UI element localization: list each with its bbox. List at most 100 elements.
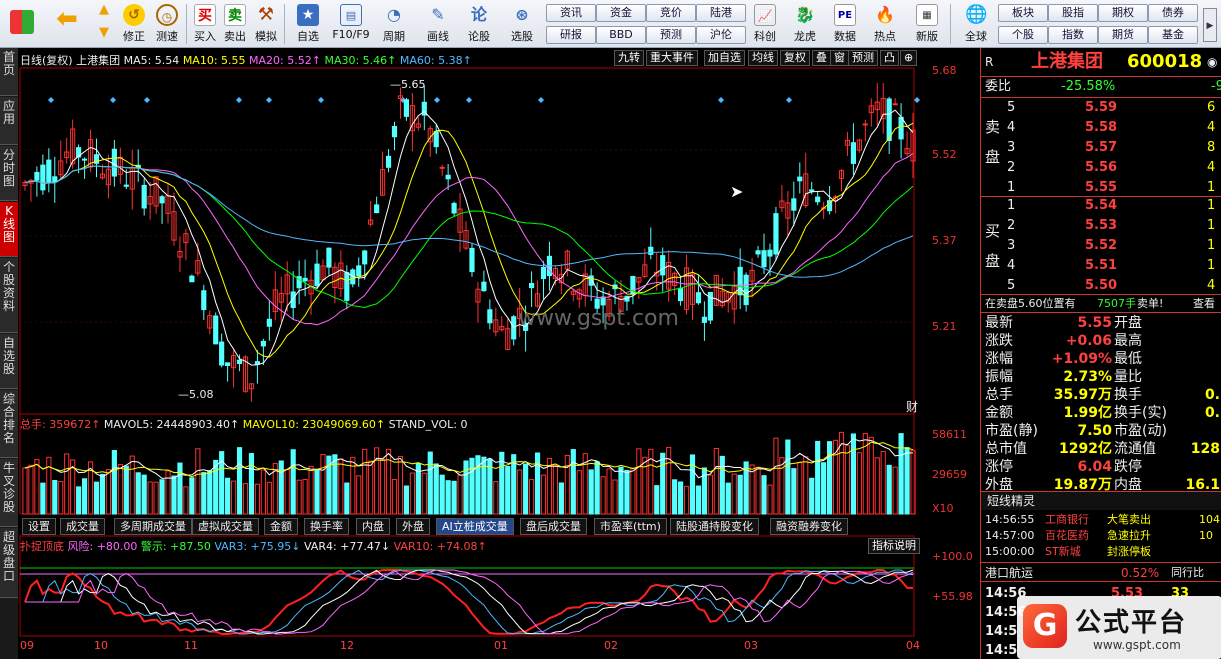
sector-button[interactable]: 板块 [998,4,1048,22]
adjust-button[interactable]: 复权 [780,50,810,66]
financial-marker[interactable]: 财 [906,398,918,415]
overlay-button[interactable]: 叠 [812,50,831,66]
data-button[interactable]: PE 数据 [828,2,862,46]
notice-view-button[interactable]: 查看 [1193,295,1215,313]
watchlist-button[interactable]: ★ 自选 [288,2,328,46]
dragon-tiger-button[interactable]: 🐉 龙虎 [788,2,822,46]
jingling-row[interactable]: 14:56:55 工商银行 大笔卖出 104 [981,512,1221,528]
bonds-button[interactable]: 债券 [1148,4,1198,22]
stock-select-button[interactable]: ⊛ 选股 [500,2,544,46]
tab-kline[interactable]: K线图 [0,202,18,257]
sell-label: 卖出 [224,30,246,43]
hk-connect-button[interactable]: 陆港 [696,4,746,22]
chart-canvas[interactable] [18,48,980,659]
industry-compare-button[interactable]: 同行比 [1171,563,1204,583]
volume-bar [636,448,642,515]
indicator-tab[interactable]: 虚拟成交量 [192,518,259,535]
industry-name[interactable]: 港口航运 [985,563,1033,583]
ask-row[interactable]: 3 5.57 8 [981,138,1221,158]
kline-period-label[interactable]: 日线(复权) [20,54,73,67]
indicator-tab[interactable]: AI立桩成交量 [436,518,514,535]
jingling-event: 急速拉升 [1107,529,1151,542]
nav-up-down[interactable]: ▲ ▼ [92,2,116,46]
indices-button[interactable]: 指数 [1048,26,1098,44]
volume-bar [379,459,386,515]
ask-row[interactable]: 1 5.55 1 [981,178,1221,198]
bid-row[interactable]: 1 5.54 1 [981,196,1221,216]
tab-home[interactable]: 首页 [0,48,18,96]
convex-button[interactable]: 凸 [880,50,899,66]
indicator-tab[interactable]: 融资融券变化 [770,518,848,535]
major-events-button[interactable]: 重大事件 [646,50,698,66]
indicator-tab[interactable]: 陆股通持股变化 [670,518,759,535]
indicator-tab[interactable]: 多周期成交量 [114,518,192,535]
stock-code: 600018 [1127,51,1203,72]
tab-apps[interactable]: 应用 [0,97,18,145]
tab-timeshare[interactable]: 分时图 [0,146,18,201]
options-button[interactable]: 期权 [1098,4,1148,22]
tab-super-book[interactable]: 超级盘口 [0,528,18,598]
ask-row[interactable]: 5 5.59 6 [981,98,1221,118]
draw-line-button[interactable]: ✎ 画线 [418,2,458,46]
indicator-tab[interactable]: 市盈率(ttm) [594,518,667,535]
bbd-button[interactable]: BBD [596,26,646,44]
fix-button[interactable]: ↺ 修正 [118,2,150,46]
kline-chart-area[interactable]: 日线(复权) 上港集团 MA5: 5.54 MA10: 5.55 MA20: 5… [18,48,980,659]
forum-button[interactable]: 论 论股 [462,2,496,46]
simulate-button[interactable]: ⚒ 模拟 [250,2,282,46]
bidding-button[interactable]: 竞价 [646,4,696,22]
jingling-row[interactable]: 15:00:00 ST新城 封涨停板 [981,544,1221,560]
period-label: 周期 [383,30,405,43]
tab-diagnosis[interactable]: 牛叉诊股 [0,459,18,527]
indicator-tab[interactable]: 外盘 [396,518,430,535]
global-button[interactable]: 🌐 全球 [956,2,996,46]
high-price-marker: —5.65 [390,78,426,91]
kechuang-button[interactable]: 📈 科创 [748,2,782,46]
forecast-button[interactable]: 预测 [646,26,696,44]
info-icon[interactable]: ◉ [1207,50,1217,74]
fund-button[interactable]: 资金 [596,4,646,22]
ask-row[interactable]: 4 5.58 4 [981,118,1221,138]
tab-ranking[interactable]: 综合排名 [0,390,18,458]
research-button[interactable]: 研报 [546,26,596,44]
bid-row[interactable]: 2 5.53 1 [981,216,1221,236]
indicator-tab[interactable]: 设置 [22,518,56,535]
volume-bar [22,467,28,515]
zoom-button[interactable]: ⊕ [900,50,918,66]
futures-button[interactable]: 期货 [1098,26,1148,44]
sell-button[interactable]: 卖 卖出 [220,2,250,46]
add-watchlist-button[interactable]: 加自选 [704,50,745,66]
new-version-button[interactable]: ▦ 新版 [910,2,944,46]
ma-setting-button[interactable]: 均线 [748,50,778,66]
indicator-tab[interactable]: 成交量 [60,518,105,535]
predict-button[interactable]: 预测 [848,50,878,66]
ask-row[interactable]: 2 5.56 4 [981,158,1221,178]
jingling-row[interactable]: 14:57:00 百花医药 急速拉升 10 [981,528,1221,544]
f10-button[interactable]: ▤ F10/F9 [328,2,374,46]
scroll-right-icon[interactable]: ▶ [1203,8,1217,42]
bid-row[interactable]: 5 5.50 4 [981,276,1221,296]
indicator-help-button[interactable]: 指标说明 [868,538,920,554]
indicator-tab[interactable]: 内盘 [356,518,390,535]
windows-button[interactable] [4,2,40,46]
jiuzhuan-button[interactable]: 九转 [614,50,644,66]
stocks-button[interactable]: 个股 [998,26,1048,44]
tab-watchlist[interactable]: 自选股 [0,334,18,389]
bid-row[interactable]: 4 5.51 1 [981,256,1221,276]
bid-row[interactable]: 3 5.52 1 [981,236,1221,256]
index-futures-button[interactable]: 股指 [1048,4,1098,22]
tab-stock-info[interactable]: 个股资料 [0,258,18,333]
quote-panel: R 上港集团 600018 ◉ 委比 -25.58% -9 5 5.59 6 4 5.5… [980,48,1221,659]
indicator-tab[interactable]: 金额 [264,518,298,535]
hotspot-button[interactable]: 🔥 热点 [868,2,902,46]
speedtest-button[interactable]: ◷ 测速 [150,2,184,46]
buy-button[interactable]: 买 买入 [190,2,220,46]
indicator-tab[interactable]: 盘后成交量 [520,518,587,535]
window-button[interactable]: 窗 [830,50,849,66]
indicator-tab[interactable]: 换手率 [304,518,349,535]
period-button[interactable]: ◔ 周期 [374,2,414,46]
shanghai-london-button[interactable]: 沪伦 [696,26,746,44]
back-button[interactable]: ⬅ [50,2,84,46]
funds-button[interactable]: 基金 [1148,26,1198,44]
news-button[interactable]: 资讯 [546,4,596,22]
